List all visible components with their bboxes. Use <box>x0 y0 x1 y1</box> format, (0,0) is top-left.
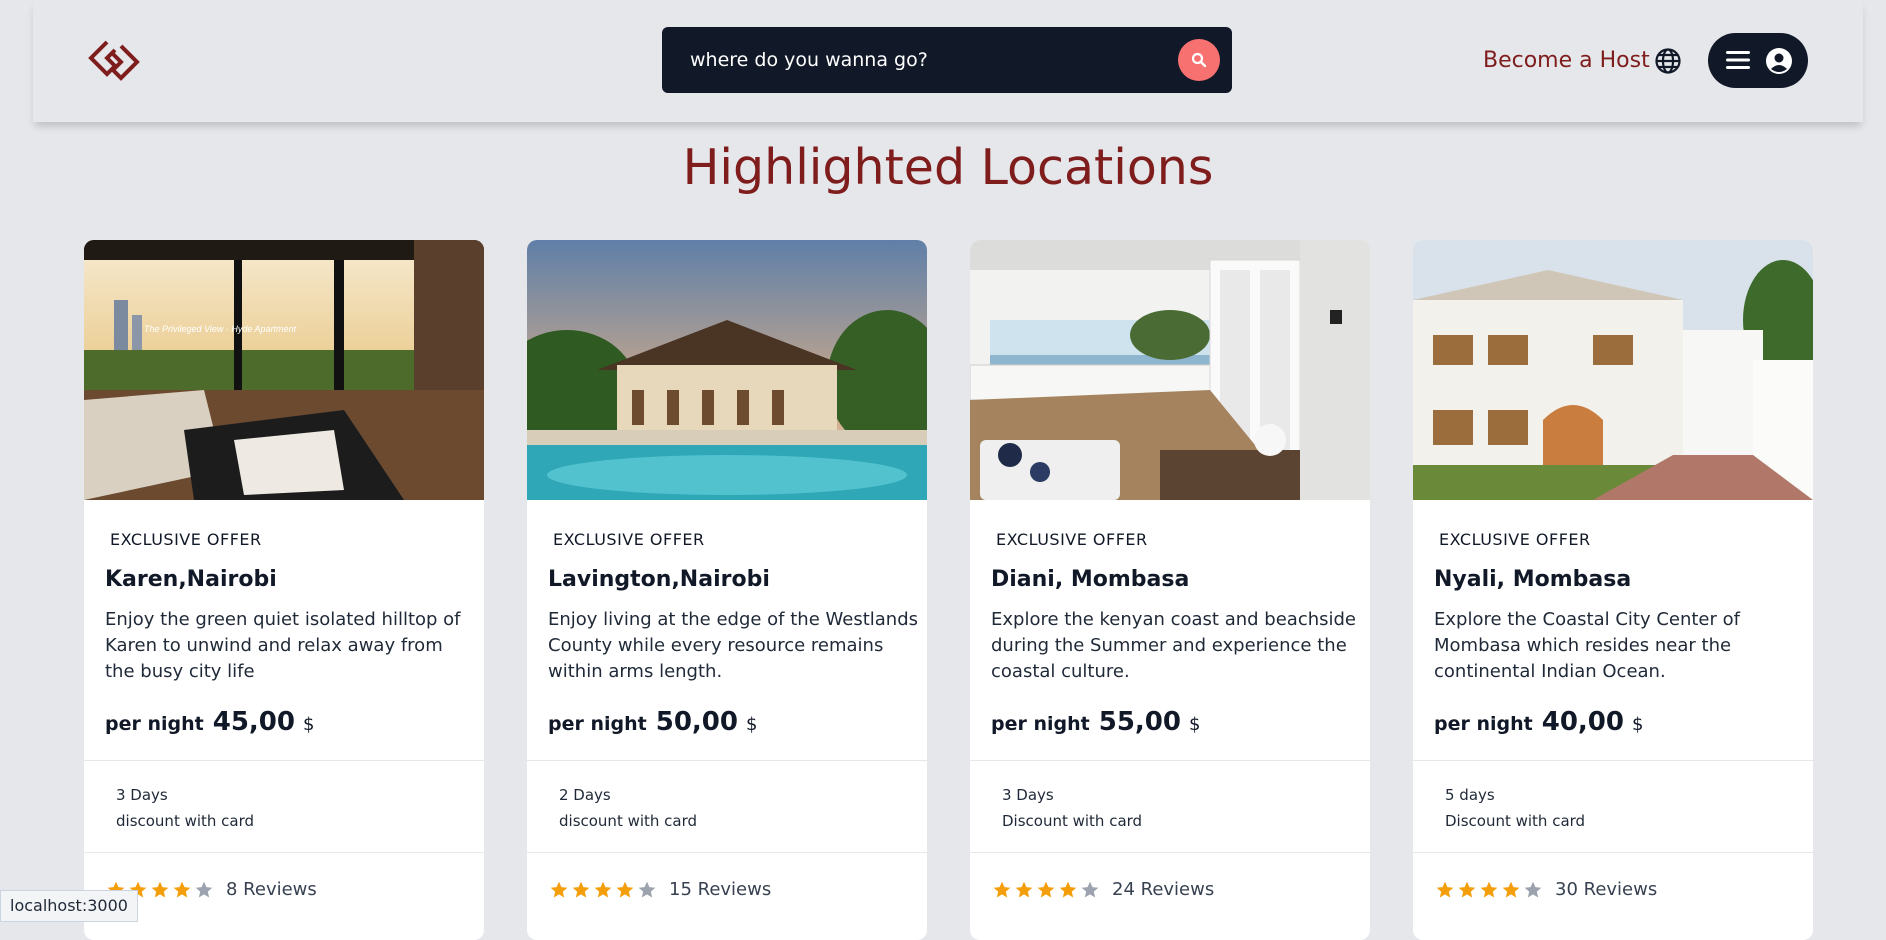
star-empty-icon <box>638 881 656 897</box>
logo-icon[interactable] <box>85 36 143 84</box>
currency-symbol: $ <box>1631 714 1644 735</box>
divider <box>84 852 484 853</box>
reviews-count[interactable]: 8 Reviews <box>226 879 317 900</box>
divider <box>527 852 927 853</box>
star-filled-icon <box>616 881 634 897</box>
card-title[interactable]: Nyali, Mombasa <box>1434 567 1631 592</box>
card-description: Enjoy the green quiet isolated hilltop o… <box>105 609 461 682</box>
divider <box>970 760 1370 761</box>
reviews-count[interactable]: 24 Reviews <box>1112 879 1214 900</box>
reviews-count[interactable]: 30 Reviews <box>1555 879 1657 900</box>
location-card[interactable]: EXCLUSIVE OFFER Diani, Mombasa Explore t… <box>970 240 1370 940</box>
price-row: per night 50,00 $ <box>548 707 757 737</box>
location-card[interactable]: The Privileged View · Hyde Apartment EXC… <box>84 240 484 940</box>
star-rating <box>549 880 659 900</box>
star-rating <box>1435 880 1545 900</box>
star-filled-icon <box>173 881 191 897</box>
discount-label: Discount with card <box>1002 812 1143 830</box>
days-label: 2 Days <box>559 786 611 804</box>
currency-symbol: $ <box>745 714 758 735</box>
discount-label: Discount with card <box>1445 812 1586 830</box>
location-image <box>1413 240 1813 500</box>
per-night-label: per night <box>105 713 204 735</box>
card-description: Enjoy living at the edge of the Westland… <box>548 609 919 682</box>
price-value: 40,00 <box>1541 707 1624 737</box>
status-bar-url: localhost:3000 <box>0 890 138 922</box>
days-label: 5 days <box>1445 786 1495 804</box>
star-empty-icon <box>1524 881 1542 897</box>
card-description: Explore the kenyan coast and beachside d… <box>991 609 1357 682</box>
location-card[interactable]: EXCLUSIVE OFFER Lavington,Nairobi Enjoy … <box>527 240 927 940</box>
price-value: 45,00 <box>212 707 295 737</box>
location-image <box>970 240 1370 500</box>
search-button[interactable] <box>1178 39 1220 81</box>
menu-icon <box>1726 51 1750 69</box>
offer-badge: EXCLUSIVE OFFER <box>996 530 1148 549</box>
search-bar[interactable]: where do you wanna go? <box>662 27 1232 93</box>
days-label: 3 Days <box>1002 786 1054 804</box>
currency-symbol: $ <box>302 714 315 735</box>
user-icon <box>1766 48 1792 74</box>
days-label: 3 Days <box>116 786 168 804</box>
price-value: 55,00 <box>1098 707 1181 737</box>
page-title: Highlighted Locations <box>682 139 1214 196</box>
star-filled-icon <box>1480 881 1498 897</box>
divider <box>527 760 927 761</box>
divider <box>1413 852 1813 853</box>
price-row: per night 55,00 $ <box>991 707 1200 737</box>
svg-text:The Privileged View · Hyde Apa: The Privileged View · Hyde Apartment <box>144 324 297 334</box>
card-title[interactable]: Diani, Mombasa <box>991 567 1189 592</box>
offer-badge: EXCLUSIVE OFFER <box>553 530 705 549</box>
star-filled-icon <box>151 881 169 897</box>
per-night-label: per night <box>991 713 1090 735</box>
star-filled-icon <box>594 881 612 897</box>
price-row: per night 45,00 $ <box>105 707 314 737</box>
price-value: 50,00 <box>655 707 738 737</box>
offer-badge: EXCLUSIVE OFFER <box>110 530 262 549</box>
discount-label: discount with card <box>116 812 255 830</box>
price-row: per night 40,00 $ <box>1434 707 1643 737</box>
navbar: where do you wanna go? Become a Host <box>33 0 1863 122</box>
star-filled-icon <box>1059 881 1077 897</box>
star-filled-icon <box>572 881 590 897</box>
offer-badge: EXCLUSIVE OFFER <box>1439 530 1591 549</box>
star-filled-icon <box>550 881 568 897</box>
card-title[interactable]: Karen,Nairobi <box>105 567 277 592</box>
card-title[interactable]: Lavington,Nairobi <box>548 567 770 592</box>
card-description: Explore the Coastal City Center of Momba… <box>1434 609 1740 682</box>
star-filled-icon <box>1502 881 1520 897</box>
reviews-count[interactable]: 15 Reviews <box>669 879 771 900</box>
per-night-label: per night <box>548 713 647 735</box>
divider <box>1413 760 1813 761</box>
divider <box>84 760 484 761</box>
location-image <box>527 240 927 500</box>
rating-row: 24 Reviews <box>992 879 1214 900</box>
search-icon <box>1191 52 1207 68</box>
divider <box>970 852 1370 853</box>
rating-row: 15 Reviews <box>549 879 771 900</box>
currency-symbol: $ <box>1188 714 1201 735</box>
become-host-link[interactable]: Become a Host <box>1483 0 1650 122</box>
rating-row: 30 Reviews <box>1435 879 1657 900</box>
star-empty-icon <box>1081 881 1099 897</box>
star-filled-icon <box>1436 881 1454 897</box>
star-filled-icon <box>1458 881 1476 897</box>
discount-label: discount with card <box>559 812 698 830</box>
globe-icon[interactable] <box>1654 47 1682 75</box>
user-menu-button[interactable] <box>1708 33 1808 88</box>
star-rating <box>992 880 1102 900</box>
star-empty-icon <box>195 881 213 897</box>
star-filled-icon <box>993 881 1011 897</box>
location-image: The Privileged View · Hyde Apartment <box>84 240 484 500</box>
search-input[interactable]: where do you wanna go? <box>690 27 928 93</box>
star-filled-icon <box>1015 881 1033 897</box>
location-card[interactable]: EXCLUSIVE OFFER Nyali, Mombasa Explore t… <box>1413 240 1813 940</box>
per-night-label: per night <box>1434 713 1533 735</box>
star-filled-icon <box>1037 881 1055 897</box>
